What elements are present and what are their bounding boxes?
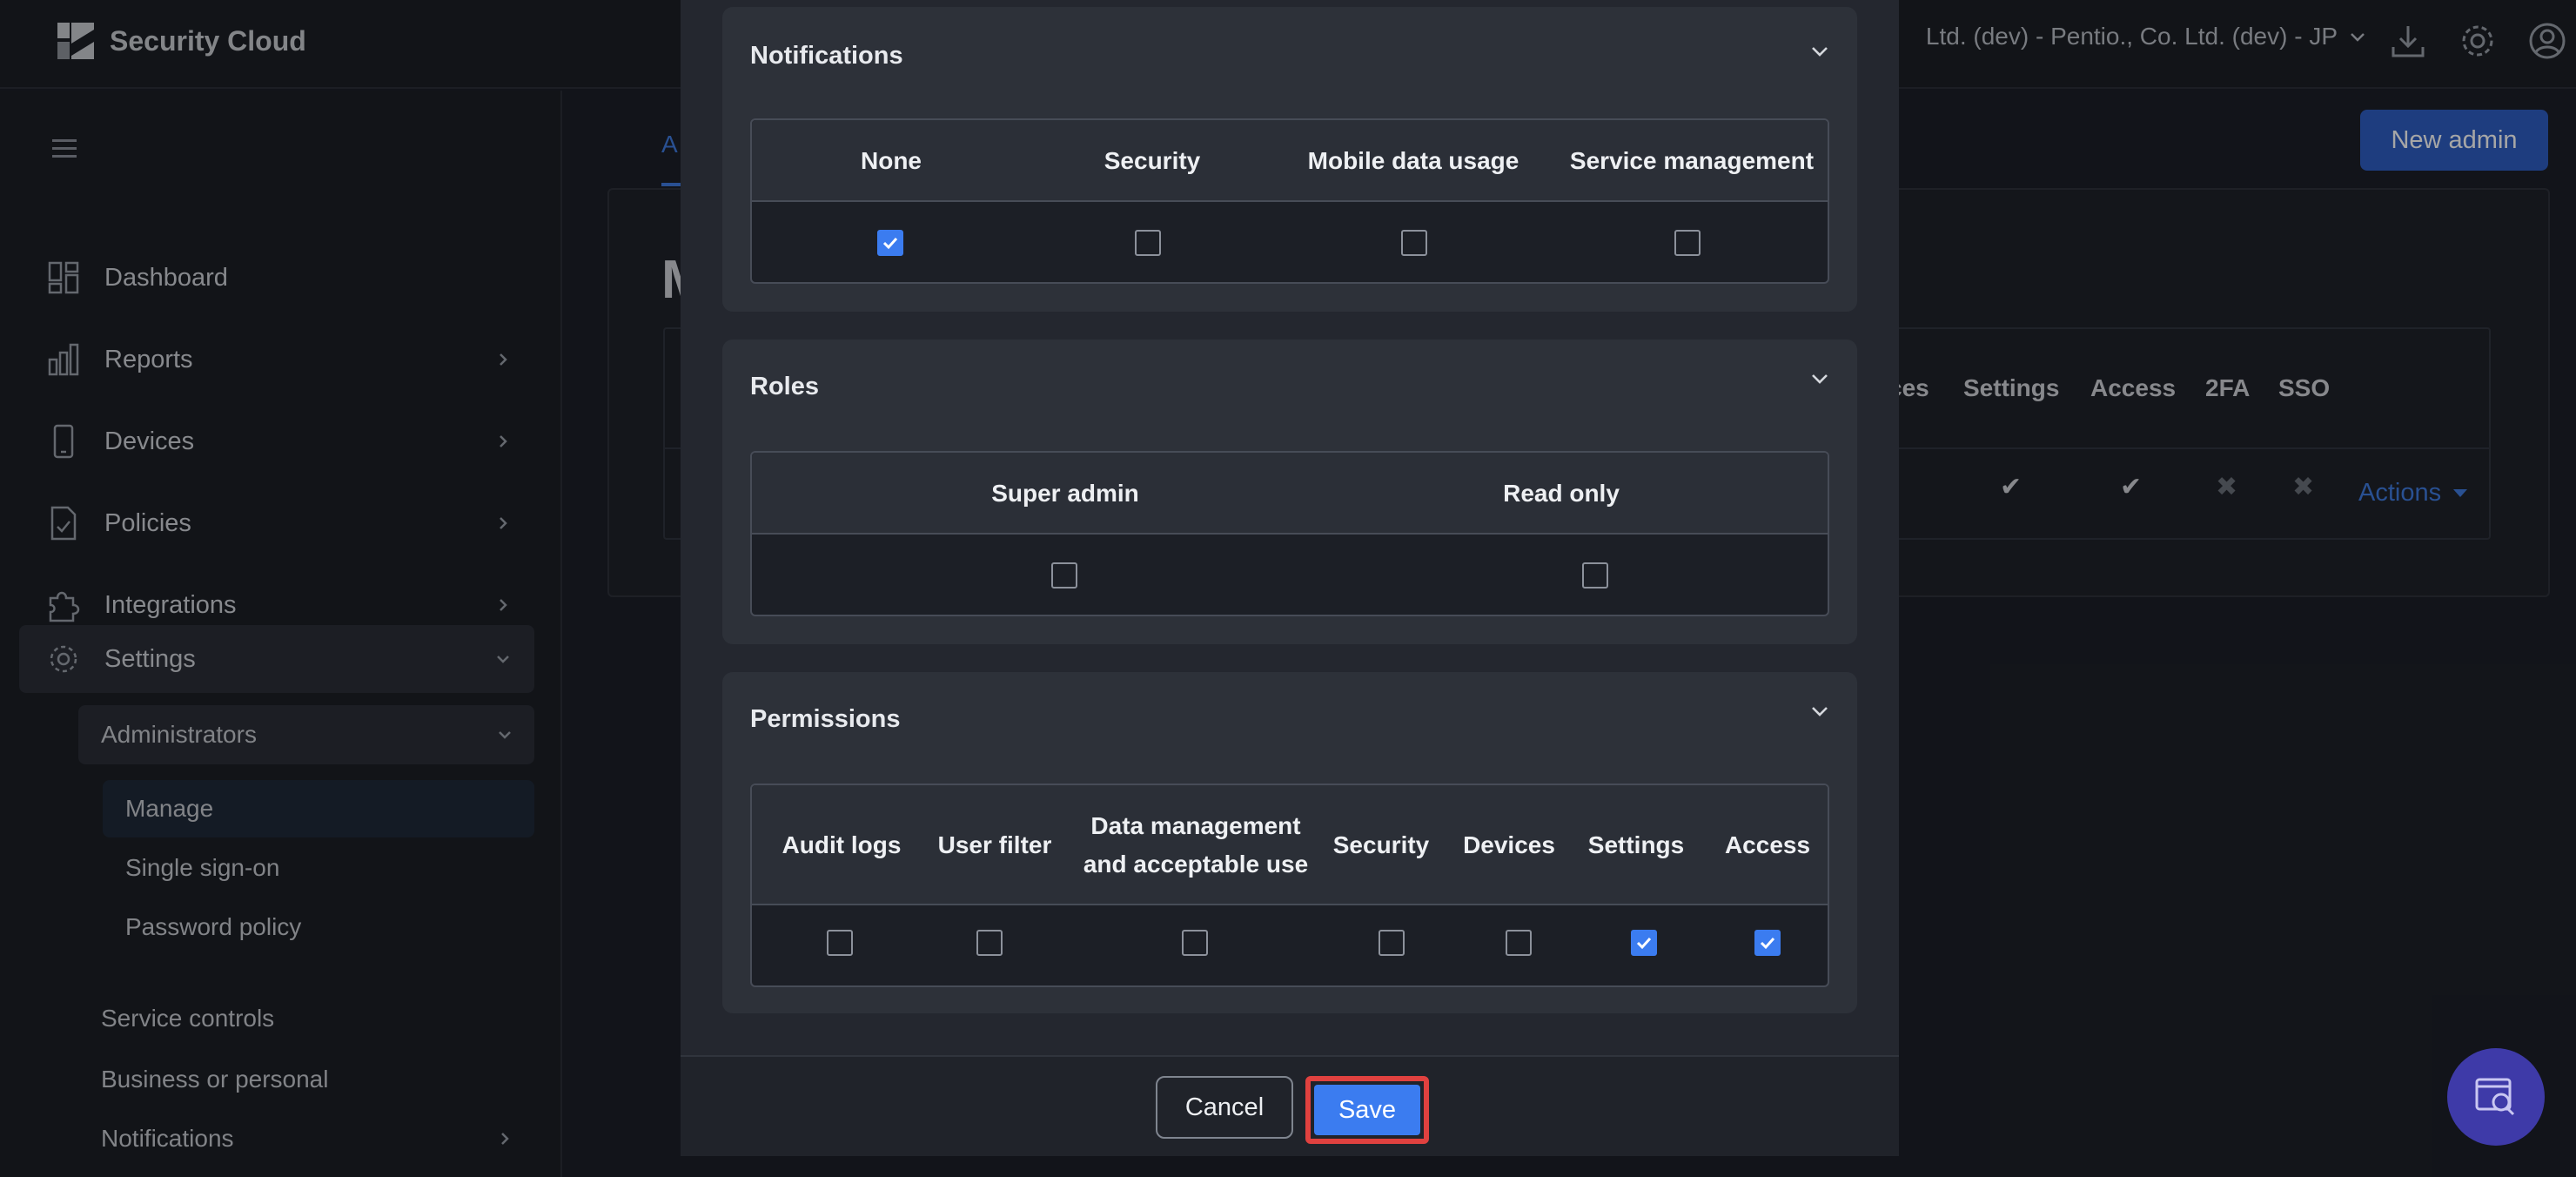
panel-title: Roles [750, 373, 819, 400]
notifications-panel: Notifications None Security Mobile data … [722, 7, 1857, 312]
panel-title: Notifications [750, 42, 903, 70]
chevron-down-icon[interactable] [1808, 700, 1831, 723]
notifications-grid: None Security Mobile data usage Service … [750, 118, 1829, 284]
settings-permission-checkbox[interactable] [1631, 930, 1657, 956]
devices-permission-checkbox[interactable] [1506, 930, 1532, 956]
search-document-icon [2475, 1078, 2515, 1116]
column-header: Mobile data usage [1307, 147, 1519, 174]
column-header: User filter [937, 831, 1052, 858]
edit-admin-modal: Notifications None Security Mobile data … [681, 0, 1899, 1156]
access-permission-checkbox[interactable] [1754, 930, 1781, 956]
data-management-checkbox[interactable] [1182, 930, 1208, 956]
permissions-grid: Audit logs User filter Data management a… [750, 784, 1829, 987]
chevron-down-icon[interactable] [1808, 367, 1831, 390]
permissions-panel: Permissions Audit logs User filter Data … [722, 672, 1857, 1013]
modal-footer: Cancel Save [681, 1055, 1899, 1156]
cancel-button[interactable]: Cancel [1156, 1076, 1293, 1139]
panel-title: Permissions [750, 705, 901, 733]
security-permission-checkbox[interactable] [1379, 930, 1405, 956]
column-header: Access [1724, 831, 1811, 858]
column-header: Read only [1503, 480, 1620, 507]
roles-panel: Roles Super admin Read only [722, 340, 1857, 644]
column-header: Security [1332, 831, 1430, 858]
audit-logs-checkbox[interactable] [827, 930, 853, 956]
column-header: Super admin [991, 480, 1139, 507]
service-management-checkbox[interactable] [1674, 230, 1701, 256]
column-header: Settings [1587, 831, 1685, 858]
none-checkbox[interactable] [877, 230, 903, 256]
column-header: Audit logs [782, 831, 902, 858]
user-filter-checkbox[interactable] [976, 930, 1003, 956]
chevron-down-icon[interactable] [1808, 40, 1831, 63]
read-only-checkbox[interactable] [1582, 562, 1608, 588]
column-header: Devices [1463, 831, 1555, 858]
security-checkbox[interactable] [1135, 230, 1161, 256]
column-header: Service management [1569, 147, 1815, 174]
save-button[interactable]: Save [1314, 1085, 1420, 1135]
roles-grid: Super admin Read only [750, 451, 1829, 616]
column-header: Data management and acceptable use [1083, 812, 1309, 878]
help-search-fab[interactable] [2447, 1048, 2545, 1146]
column-header: None [861, 147, 922, 174]
mobile-data-usage-checkbox[interactable] [1401, 230, 1427, 256]
super-admin-checkbox[interactable] [1051, 562, 1077, 588]
column-header: Security [1104, 147, 1201, 174]
